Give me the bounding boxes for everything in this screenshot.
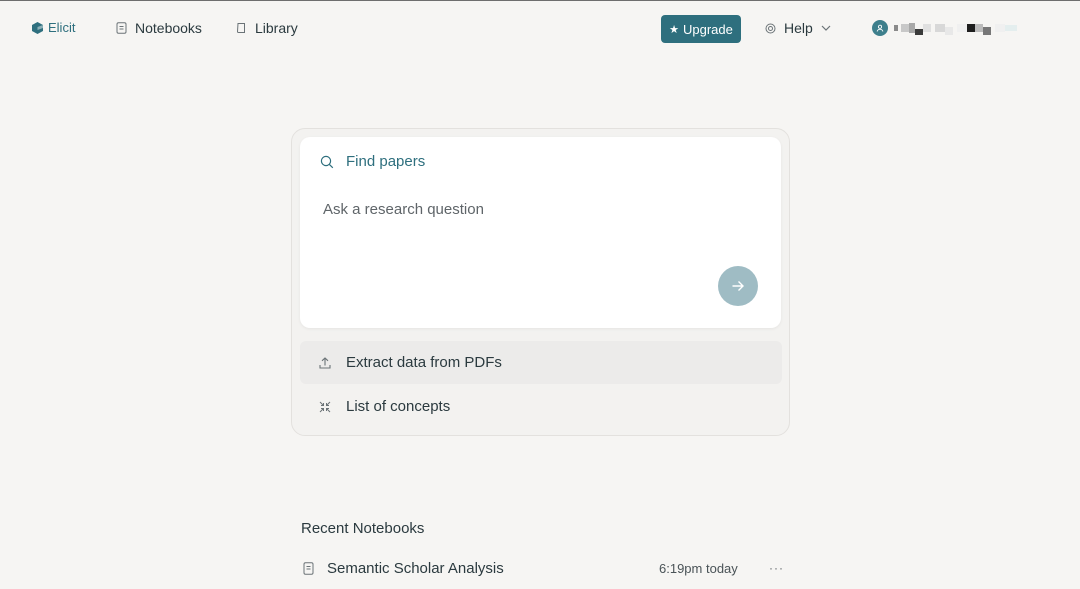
arrow-right-icon: [731, 280, 745, 292]
user-menu[interactable]: [872, 20, 1017, 36]
search-panel: Find papers Extract data from PDFs List …: [291, 128, 790, 436]
upgrade-label: Upgrade: [683, 21, 733, 37]
chevron-down-icon: [821, 25, 831, 31]
search-card: Find papers: [300, 137, 781, 328]
notebook-title: Semantic Scholar Analysis: [327, 559, 504, 577]
help-menu[interactable]: Help: [765, 20, 831, 36]
library-label: Library: [255, 20, 298, 36]
research-question-input[interactable]: [323, 197, 723, 221]
notebook-timestamp: 6:19pm today: [659, 560, 738, 576]
redacted-username: [894, 21, 1017, 35]
notebook-icon: [303, 561, 314, 575]
page: Elicit Notebooks Library ★ Upgrade Help: [0, 0, 1080, 589]
search-icon: [320, 155, 334, 169]
option-extract-data[interactable]: Extract data from PDFs: [300, 341, 782, 384]
avatar: [872, 20, 888, 36]
search-mode-label: Find papers: [346, 153, 426, 170]
recent-notebooks-heading: Recent Notebooks: [301, 520, 425, 537]
notebook-row[interactable]: Semantic Scholar Analysis 6:19pm today ·…: [303, 557, 783, 579]
elicit-logo-icon: [32, 21, 43, 34]
notebooks-label: Notebooks: [135, 20, 202, 36]
search-mode-find-papers[interactable]: Find papers: [320, 153, 425, 170]
option-list-of-concepts[interactable]: List of concepts: [300, 385, 782, 428]
nav-library[interactable]: Library: [236, 20, 298, 36]
upload-icon: [318, 356, 332, 370]
elicit-logo-link[interactable]: Elicit: [32, 20, 75, 35]
book-icon: [236, 22, 247, 34]
nav-notebooks[interactable]: Notebooks: [116, 20, 202, 36]
more-options-icon[interactable]: ···: [769, 561, 784, 575]
top-nav: Elicit Notebooks Library ★ Upgrade Help: [0, 1, 1080, 57]
logo-label: Elicit: [48, 20, 76, 35]
star-icon: ★: [669, 23, 679, 36]
upgrade-button[interactable]: ★ Upgrade: [661, 15, 741, 43]
collapse-icon: [318, 400, 332, 414]
lifebuoy-icon: [765, 23, 776, 34]
submit-button[interactable]: [718, 266, 758, 306]
option-label: Extract data from PDFs: [346, 354, 502, 371]
option-label: List of concepts: [346, 398, 451, 415]
notebook-icon: [116, 22, 127, 34]
help-label: Help: [784, 20, 813, 36]
